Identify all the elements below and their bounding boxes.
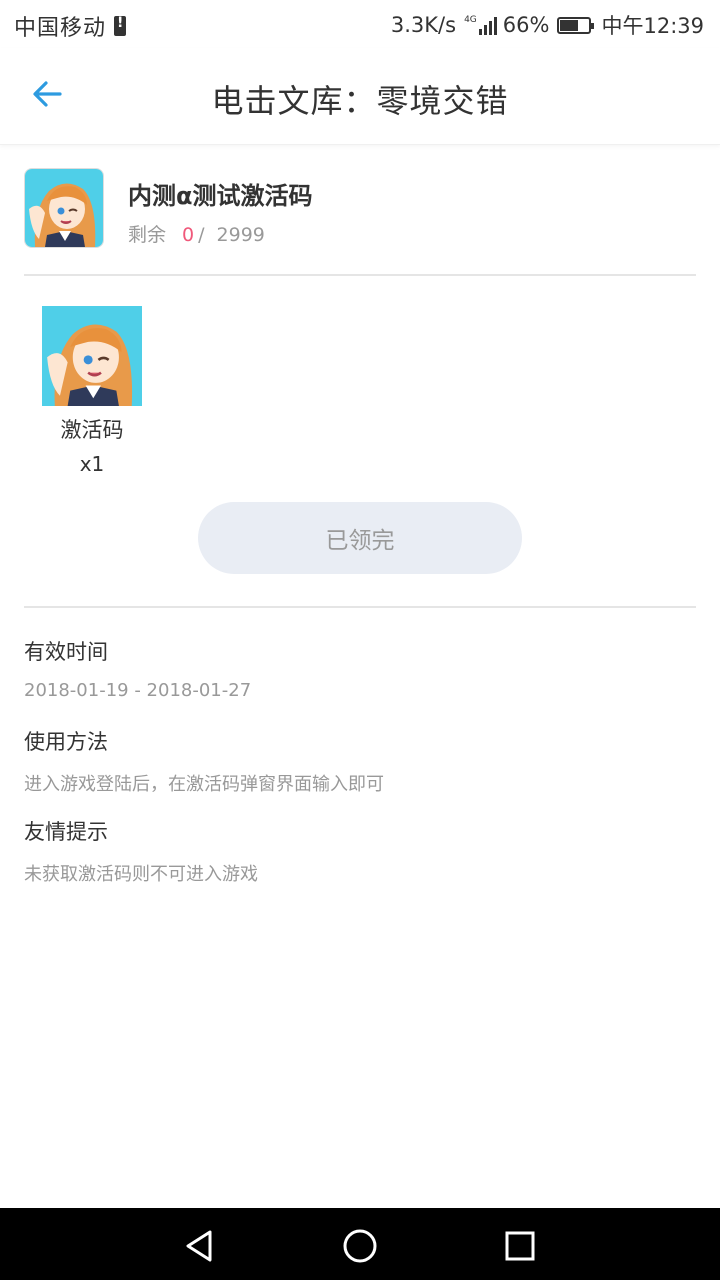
total-count: 2999 <box>216 224 265 246</box>
remaining-label: 剩余 <box>128 224 167 246</box>
carrier-name: 中国移动 <box>14 16 107 41</box>
sim-alert-icon <box>114 15 127 36</box>
validity-section: 有效时间 2018-01-19 - 2018-01-27 <box>24 636 696 701</box>
reward-quantity: x1 <box>79 452 105 476</box>
page-title: 电击文库：零境交错 <box>211 82 509 120</box>
reward-thumbnail <box>42 306 142 406</box>
divider <box>24 606 696 608</box>
system-nav-bar <box>0 1208 720 1280</box>
nav-back-button[interactable] <box>180 1226 220 1266</box>
section-title: 使用方法 <box>24 730 108 754</box>
network-type: 4G <box>464 15 477 25</box>
status-right: 3.3K/s 4G 66% 中午12:39 <box>391 10 704 40</box>
nav-recents-button[interactable] <box>500 1226 540 1266</box>
remaining-separator: / <box>198 224 205 246</box>
status-time: 中午12:39 <box>601 14 704 38</box>
signal-icon: 4G <box>464 15 499 35</box>
section-title: 有效时间 <box>24 640 108 664</box>
reward-item: 激活码 x1 <box>42 306 142 476</box>
nav-home-button[interactable] <box>340 1226 380 1266</box>
status-left: 中国移动 <box>14 10 127 42</box>
remaining-count: 0 <box>182 224 195 246</box>
battery-fill <box>560 19 579 31</box>
app-header: 电击文库：零境交错 <box>0 48 720 145</box>
anime-girl-avatar-image <box>42 306 142 406</box>
status-bar: 中国移动 3.3K/s 4G 66% 中午12:39 <box>0 0 720 48</box>
anime-girl-avatar-image <box>25 169 103 247</box>
triangle-back-icon <box>186 1230 212 1262</box>
net-speed: 3.3K/s <box>390 13 457 37</box>
section-value: 进入游戏登陆后，在激活码弹窗界面输入即可 <box>24 774 384 795</box>
square-recents-icon <box>505 1231 535 1261</box>
section-value: 2018-01-19 - 2018-01-27 <box>24 680 252 701</box>
gift-thumbnail <box>24 168 104 248</box>
gift-info: 内测α测试激活码 剩余 0/ 2999 <box>24 168 696 276</box>
section-value: 未获取激活码则不可进入游戏 <box>24 864 258 885</box>
battery-percent: 66% <box>502 13 550 37</box>
gift-name: 内测α测试激活码 <box>128 182 313 210</box>
tips-section: 友情提示 未获取激活码则不可进入游戏 <box>24 816 696 886</box>
section-title: 友情提示 <box>24 820 108 844</box>
reward-name: 激活码 <box>60 418 124 442</box>
battery-icon <box>557 16 595 34</box>
gift-remaining: 剩余 0/ 2999 <box>128 220 265 247</box>
claim-button[interactable]: 已领完 <box>198 502 522 574</box>
usage-section: 使用方法 进入游戏登陆后，在激活码弹窗界面输入即可 <box>24 726 696 796</box>
circle-home-icon <box>343 1229 377 1263</box>
